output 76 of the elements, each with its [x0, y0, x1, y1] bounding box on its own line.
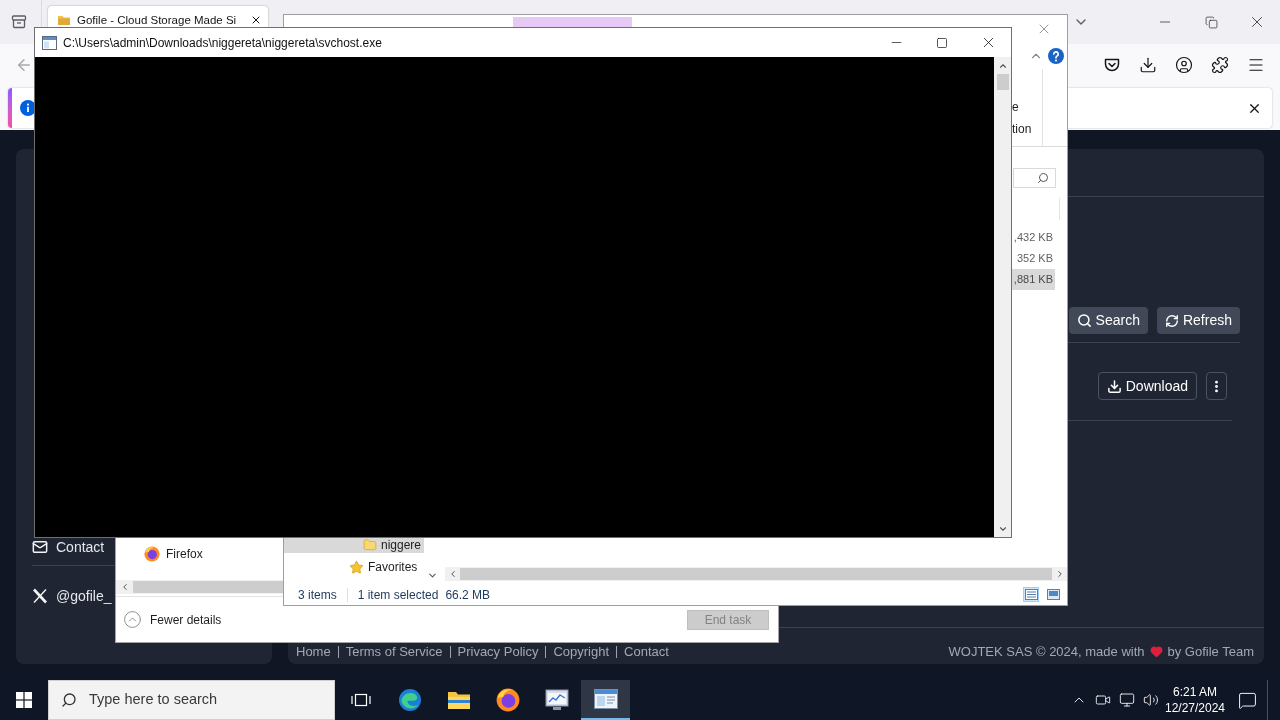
volume-icon[interactable] [1143, 692, 1159, 708]
menu-icon[interactable] [1247, 56, 1265, 74]
app-window-icon[interactable] [593, 689, 618, 709]
folder-icon [363, 538, 377, 552]
process-name[interactable]: Firefox [166, 545, 203, 563]
task-view-icon[interactable] [350, 692, 371, 708]
horizontal-scrollbar[interactable] [116, 580, 283, 594]
scrollbar-thumb[interactable] [460, 568, 1052, 580]
maximize-icon[interactable] [936, 36, 948, 49]
notification-icon[interactable] [1237, 690, 1257, 710]
swirl-browser-icon[interactable] [397, 688, 422, 712]
mail-icon [32, 539, 48, 555]
camera-icon[interactable] [1095, 692, 1111, 708]
item-count: 3 items [298, 586, 337, 604]
more-options-button[interactable] [1206, 372, 1227, 400]
account-icon[interactable] [1175, 56, 1193, 74]
details-view-icon [1024, 589, 1038, 600]
ribbon-label[interactable]: tion [1012, 118, 1032, 140]
search-icon [1037, 172, 1049, 184]
footer-link[interactable]: Contact [624, 644, 669, 659]
large-icons-view-icon [1046, 589, 1060, 600]
network-icon[interactable] [1119, 692, 1135, 708]
footer-link[interactable]: Copyright [553, 644, 610, 659]
scroll-down-icon[interactable] [427, 570, 438, 581]
clock[interactable]: 6:21 AM 12/27/2024 [1163, 684, 1227, 716]
nav-item[interactable]: Favorites [284, 559, 424, 575]
copyright-text: WOJTEK SAS © 2024, made with [948, 644, 1145, 659]
horizontal-scrollbar[interactable] [445, 567, 1067, 581]
credit-text: by Gofile Team [1167, 644, 1254, 659]
download-button[interactable]: Download [1097, 372, 1197, 400]
download-icon [1106, 378, 1122, 394]
vertical-scrollbar[interactable] [994, 57, 1011, 537]
footer-link[interactable]: Terms of Service [345, 644, 443, 659]
fox-browser-icon[interactable] [495, 688, 520, 712]
folder-icon[interactable] [446, 690, 471, 710]
contact-link[interactable]: Contact [56, 539, 105, 555]
selection-info: 1 item selected [357, 586, 439, 604]
footer-link[interactable]: Home [296, 644, 331, 659]
taskbar-search-field[interactable]: Type here to search [48, 680, 335, 720]
social-profile-link[interactable]: @gofile_ [56, 588, 112, 604]
box-icon[interactable] [11, 14, 27, 30]
search-icon [61, 692, 77, 708]
browser-tab[interactable]: Gofile - Cloud Storage Made Si [48, 6, 268, 27]
star-icon [349, 559, 364, 575]
fox-browser-icon [144, 546, 160, 562]
restore-icon[interactable] [1204, 15, 1218, 29]
collapse-details-icon[interactable] [123, 610, 142, 629]
search-field[interactable] [1013, 168, 1056, 188]
site-favicon-icon [57, 13, 71, 27]
puzzle-icon[interactable] [1211, 56, 1229, 74]
selection-size: 66.2 MB [445, 586, 491, 604]
ribbon-label[interactable]: e [1012, 96, 1019, 118]
search-icon [1076, 313, 1092, 328]
app-window-icon [42, 35, 57, 50]
scrollbar-thumb[interactable] [996, 74, 1009, 90]
help-icon[interactable] [1048, 48, 1064, 64]
start-icon[interactable] [16, 692, 32, 708]
close-tab-icon[interactable] [250, 14, 262, 26]
refresh-button[interactable]: Refresh [1156, 307, 1240, 334]
pocket-icon[interactable] [1103, 56, 1121, 74]
footer-link[interactable]: Privacy Policy [457, 644, 539, 659]
refresh-icon [1164, 313, 1179, 328]
file-size-cell[interactable]: ,432 KB [1012, 227, 1055, 248]
download-icon[interactable] [1139, 56, 1157, 74]
search-button[interactable]: Search [1068, 307, 1148, 334]
file-size-cell[interactable]: ,881 KB [1012, 269, 1055, 290]
heart-icon [1149, 645, 1163, 658]
view-toggle[interactable] [1045, 587, 1061, 602]
view-toggle[interactable] [1023, 587, 1039, 602]
monitor-window-icon[interactable] [544, 689, 569, 711]
taskbar-button[interactable] [581, 680, 630, 720]
window-title: C:\Users\admin\Downloads\niggereta\niggereta\svchost.exe [63, 34, 382, 52]
x-logo-icon [32, 588, 48, 604]
scrollbar-thumb[interactable] [133, 581, 283, 593]
fewer-details-link[interactable]: Fewer details [150, 610, 222, 629]
file-size-cell[interactable]: 352 KB [1012, 248, 1055, 269]
